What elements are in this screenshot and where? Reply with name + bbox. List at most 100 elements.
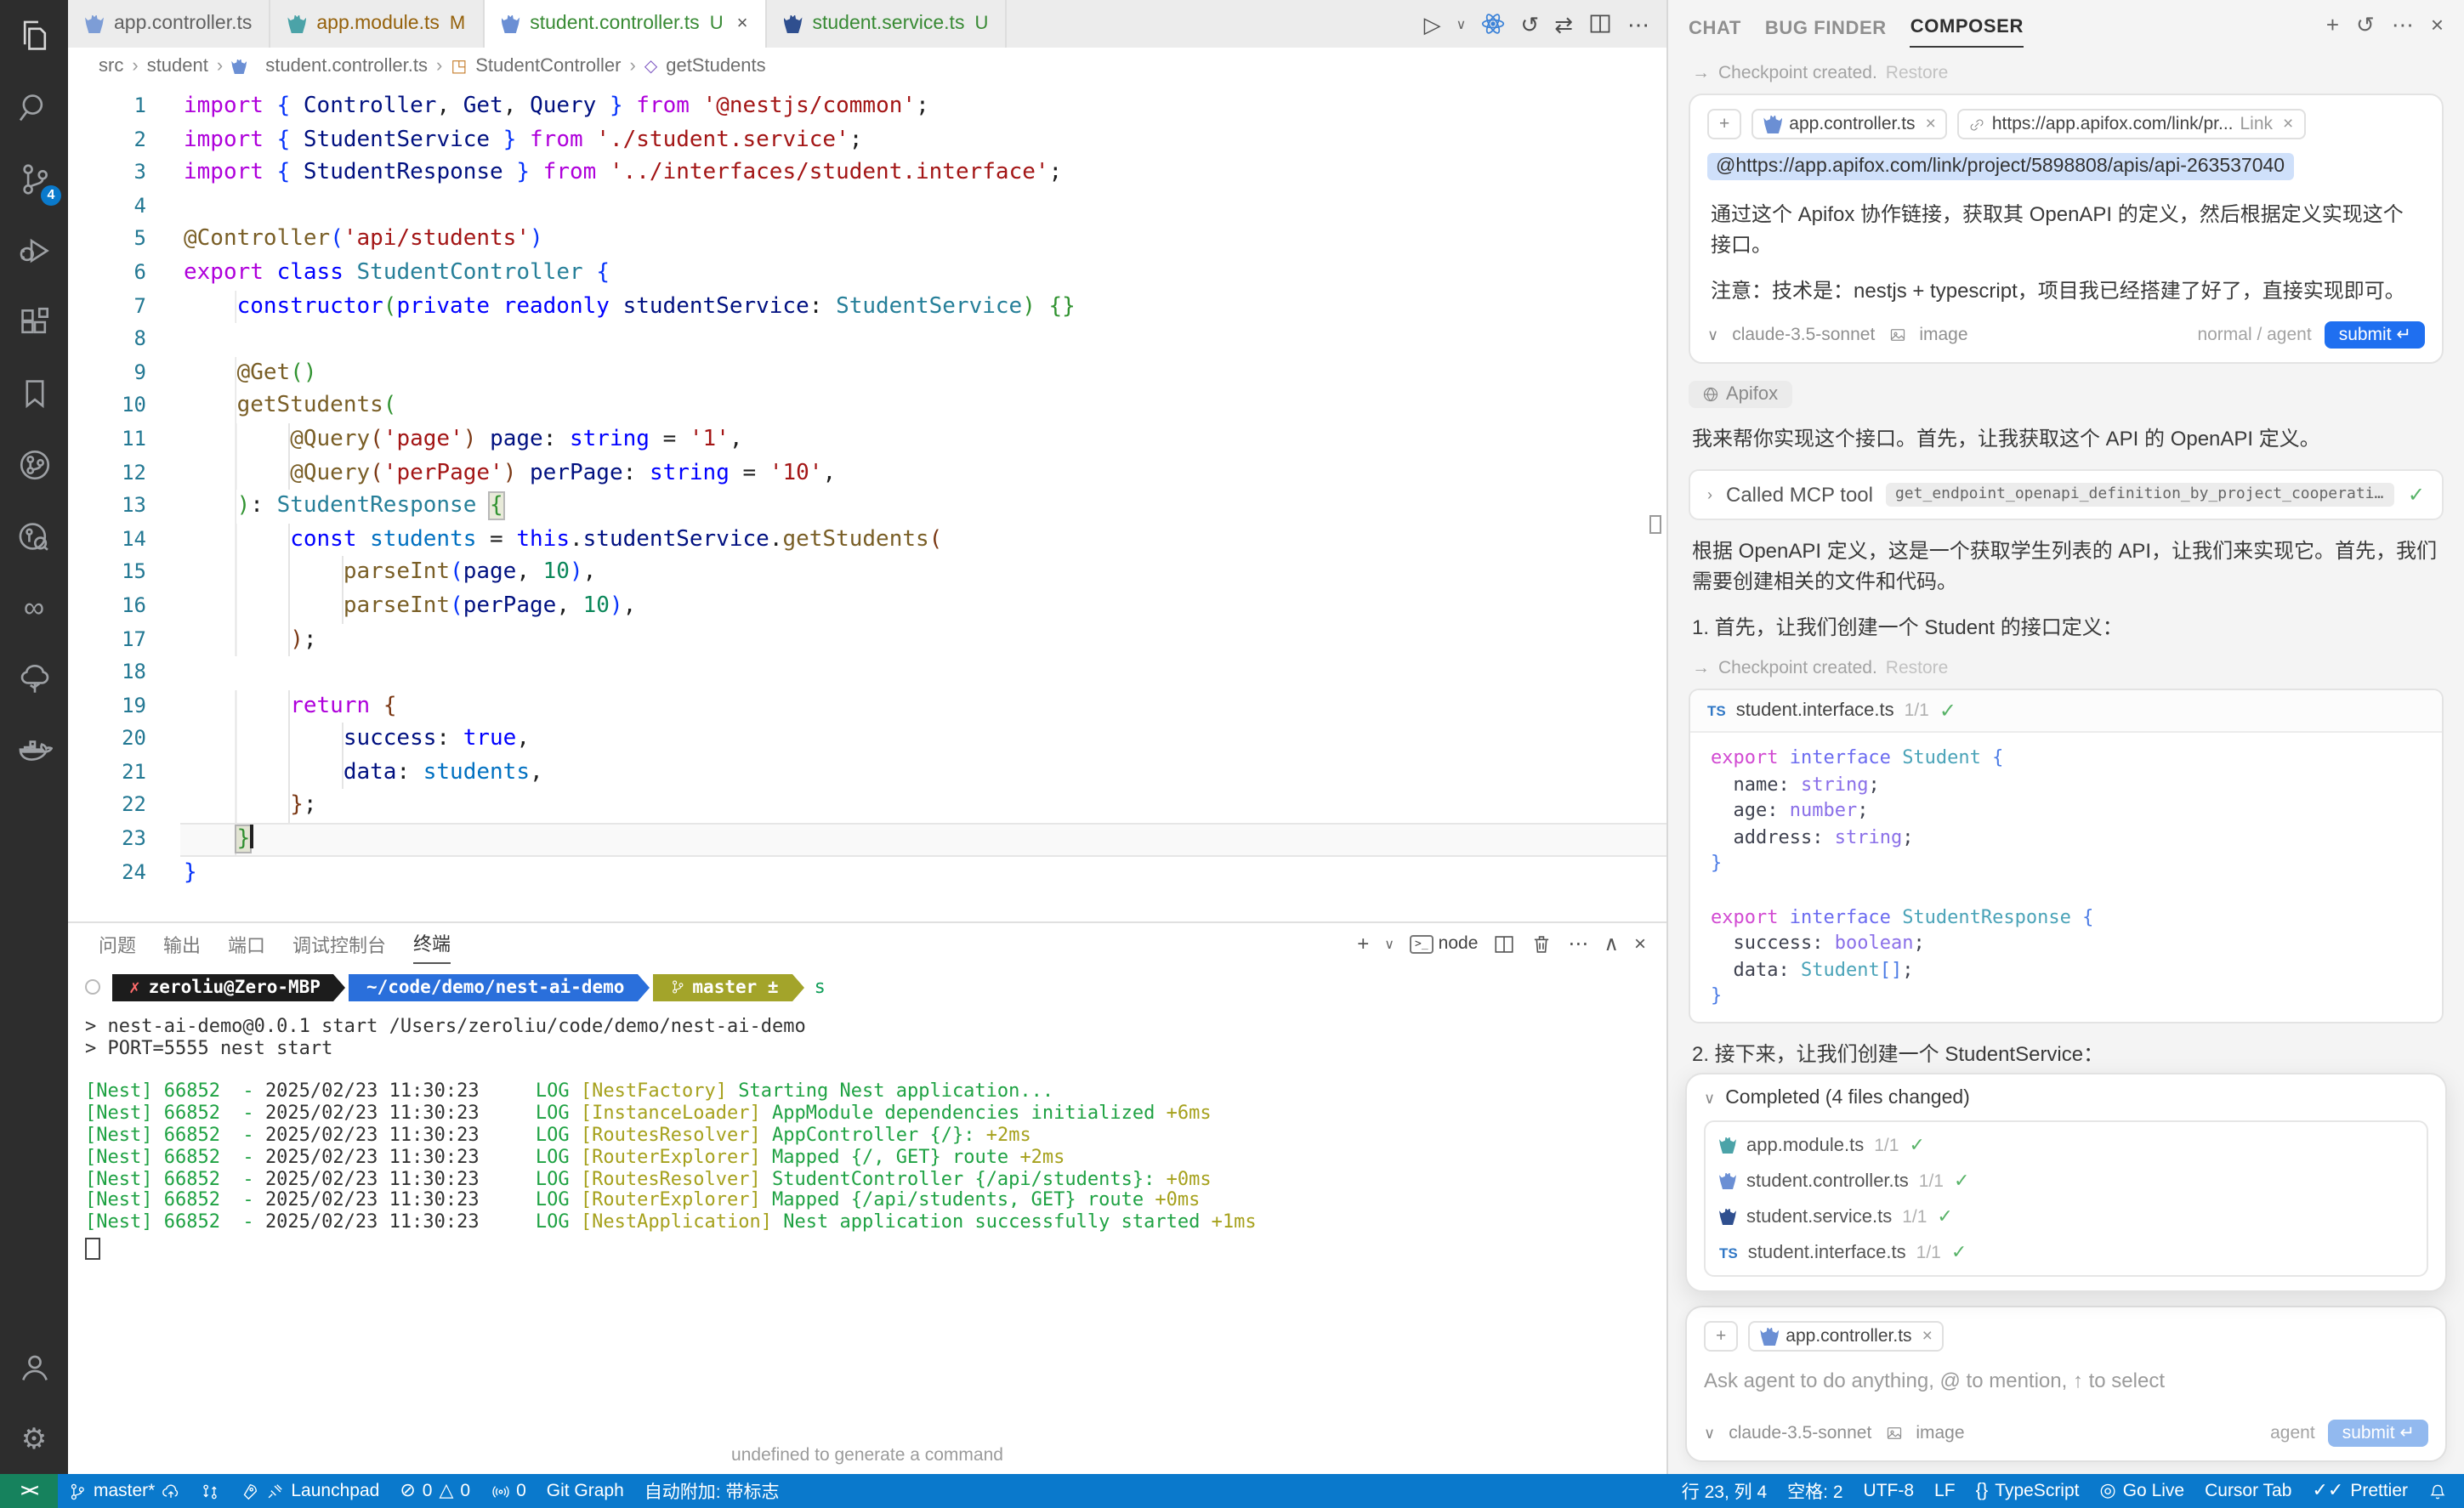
close-panel-icon[interactable]: × — [2431, 12, 2444, 39]
completed-header[interactable]: ∨ Completed (4 files changed) — [1704, 1088, 2428, 1108]
settings-gear-icon[interactable]: ⚙ — [0, 1403, 68, 1474]
model-label[interactable]: claude-3.5-sonnet — [1729, 1423, 1871, 1443]
add-context-button[interactable]: + — [1707, 109, 1741, 139]
git-compare-item[interactable] — [190, 1474, 230, 1508]
mode-label[interactable]: normal / agent — [2197, 325, 2311, 345]
composer-input-card[interactable]: + app.controller.ts × Ask agent to do an… — [1685, 1306, 2447, 1462]
changed-file-student.service.ts[interactable]: student.service.ts1/1✓ — [1719, 1199, 2413, 1234]
tab-student.controller.ts[interactable]: student.controller.tsU× — [484, 0, 766, 48]
new-terminal-icon[interactable]: + — [1357, 932, 1369, 955]
history-icon[interactable]: ↺ — [2356, 12, 2375, 39]
breadcrumb-src[interactable]: src — [99, 56, 123, 77]
tab-chat[interactable]: CHAT — [1689, 4, 1741, 47]
composer-input-placeholder[interactable]: Ask agent to do anything, @ to mention, … — [1704, 1369, 2428, 1392]
editor-scrollbar[interactable] — [1649, 515, 1661, 534]
panel-close-icon[interactable]: × — [1634, 932, 1646, 955]
code-card-header[interactable]: TS student.interface.ts 1/1 ✓ — [1690, 690, 2442, 733]
tab-app.module.ts[interactable]: app.module.tsM — [270, 0, 484, 48]
encoding-item[interactable]: UTF-8 — [1854, 1474, 1925, 1508]
breadcrumb-file[interactable]: student.controller.ts — [265, 56, 428, 77]
changed-file-app.module.ts[interactable]: app.module.ts1/1✓ — [1719, 1127, 2413, 1163]
more-icon[interactable]: ⋯ — [2392, 12, 2414, 39]
todo-tree-icon[interactable] — [0, 643, 68, 714]
file-pill[interactable]: app.controller.ts × — [1751, 109, 1948, 139]
compare-changes-icon[interactable]: ⇄ — [1554, 13, 1573, 35]
git-graph-item[interactable]: Git Graph — [537, 1474, 634, 1508]
tab-terminal[interactable]: 终端 — [413, 923, 451, 964]
breadcrumb-method[interactable]: getStudents — [666, 56, 765, 77]
model-dropdown-icon[interactable]: ∨ — [1707, 326, 1718, 344]
panel-maximize-icon[interactable]: ∧ — [1604, 932, 1619, 955]
timeline-icon[interactable]: ↺ — [1520, 13, 1539, 35]
language-item[interactable]: {} TypeScript — [1966, 1474, 2090, 1508]
restore-button[interactable]: Restore — [1886, 63, 1949, 83]
tab-student.service.ts[interactable]: student.service.tsU — [766, 0, 1007, 48]
auto-attach-item[interactable]: 自动附加: 带标志 — [634, 1474, 790, 1508]
git-history-icon[interactable] — [0, 500, 68, 571]
notifications-item[interactable] — [2418, 1474, 2457, 1508]
more-actions-icon[interactable]: ⋯ — [1627, 13, 1649, 35]
docker-icon[interactable] — [0, 714, 68, 785]
changed-file-student.interface.ts[interactable]: TSstudent.interface.ts1/1✓ — [1719, 1234, 2413, 1270]
cursor-position-item[interactable]: 行 23, 列 4 — [1672, 1474, 1777, 1508]
mcp-tool-card[interactable]: › Called MCP tool get_endpoint_openapi_d… — [1689, 469, 2444, 520]
code-editor[interactable]: 1import { Controller, Get, Query } from … — [68, 85, 1666, 921]
breadcrumb-class[interactable]: StudentController — [475, 56, 621, 77]
more-icon[interactable]: ⋯ — [1568, 932, 1588, 955]
model-dropdown-icon[interactable]: ∨ — [1704, 1424, 1715, 1443]
cursor-tab-item[interactable]: Cursor Tab — [2194, 1474, 2302, 1508]
problems-item[interactable]: ⊘ 0 △ 0 — [389, 1474, 480, 1508]
trash-icon[interactable] — [1530, 933, 1553, 955]
breadcrumb-student[interactable]: student — [147, 56, 208, 77]
react-devtools-icon[interactable] — [1481, 12, 1505, 36]
files-icon[interactable] — [0, 0, 68, 71]
split-terminal-icon[interactable] — [1493, 933, 1515, 955]
changed-file-student.controller.ts[interactable]: student.controller.ts1/1✓ — [1719, 1163, 2413, 1199]
add-context-button[interactable]: + — [1704, 1321, 1738, 1352]
git-branch-item[interactable]: master* — [58, 1474, 190, 1508]
tab-app.controller.ts[interactable]: app.controller.ts — [68, 0, 270, 48]
image-button[interactable]: image — [1919, 325, 1967, 345]
remove-pill-icon[interactable]: × — [1922, 1326, 1933, 1346]
go-live-item[interactable]: ◎ Go Live — [2090, 1474, 2195, 1508]
eol-item[interactable]: LF — [1924, 1474, 1966, 1508]
split-editor-icon[interactable] — [1588, 12, 1612, 36]
launchpad-item[interactable]: Launchpad — [230, 1474, 389, 1508]
submit-button[interactable]: submit ↵ — [2325, 321, 2425, 349]
infinity-icon[interactable]: ∞ — [0, 571, 68, 643]
model-label[interactable]: claude-3.5-sonnet — [1732, 325, 1875, 345]
extensions-icon[interactable] — [0, 286, 68, 357]
ports-item[interactable]: 0 — [480, 1474, 537, 1508]
run-debug-icon[interactable] — [0, 214, 68, 286]
link-pill[interactable]: https://app.apifox.com/link/pr... Link × — [1958, 109, 2305, 139]
tab-output[interactable]: 输出 — [163, 924, 201, 963]
tab-debug-console[interactable]: 调试控制台 — [292, 924, 386, 963]
account-icon[interactable] — [0, 1331, 68, 1403]
mode-label[interactable]: agent — [2270, 1423, 2315, 1443]
image-button[interactable]: image — [1916, 1423, 1964, 1443]
file-pill[interactable]: app.controller.ts × — [1748, 1321, 1945, 1352]
run-dropdown-icon[interactable]: ∨ — [1456, 16, 1467, 31]
mention-chip[interactable]: @https://app.apifox.com/link/project/589… — [1707, 153, 2293, 180]
tab-composer[interactable]: COMPOSER — [1910, 3, 2024, 48]
restore-button[interactable]: Restore — [1886, 658, 1949, 678]
run-icon[interactable]: ▷ — [1424, 13, 1441, 35]
tab-ports[interactable]: 端口 — [228, 924, 265, 963]
search-icon[interactable] — [0, 71, 68, 143]
terminal-body[interactable]: ✗ zeroliu@Zero-MBP ~/code/demo/nest-ai-d… — [68, 964, 1666, 1256]
node-terminal-item[interactable]: >_ node — [1410, 933, 1478, 954]
new-composer-icon[interactable]: + — [2326, 12, 2339, 39]
prettier-item[interactable]: ✓✓ Prettier — [2302, 1474, 2418, 1508]
terminal-dropdown-icon[interactable]: ∨ — [1384, 936, 1394, 951]
tab-bug-finder[interactable]: BUG FINDER — [1765, 4, 1887, 47]
remove-pill-icon[interactable]: × — [2283, 114, 2293, 134]
indentation-item[interactable]: 空格: 2 — [1777, 1474, 1853, 1508]
remote-indicator[interactable]: >< — [0, 1474, 58, 1508]
tab-problems[interactable]: 问题 — [99, 924, 136, 963]
close-tab-icon[interactable]: × — [737, 14, 748, 34]
git-graph-icon[interactable] — [0, 428, 68, 500]
submit-button[interactable]: submit ↵ — [2329, 1420, 2428, 1447]
bookmarks-icon[interactable] — [0, 357, 68, 428]
command-decoration-icon[interactable] — [85, 979, 100, 995]
remove-pill-icon[interactable]: × — [1926, 114, 1936, 134]
